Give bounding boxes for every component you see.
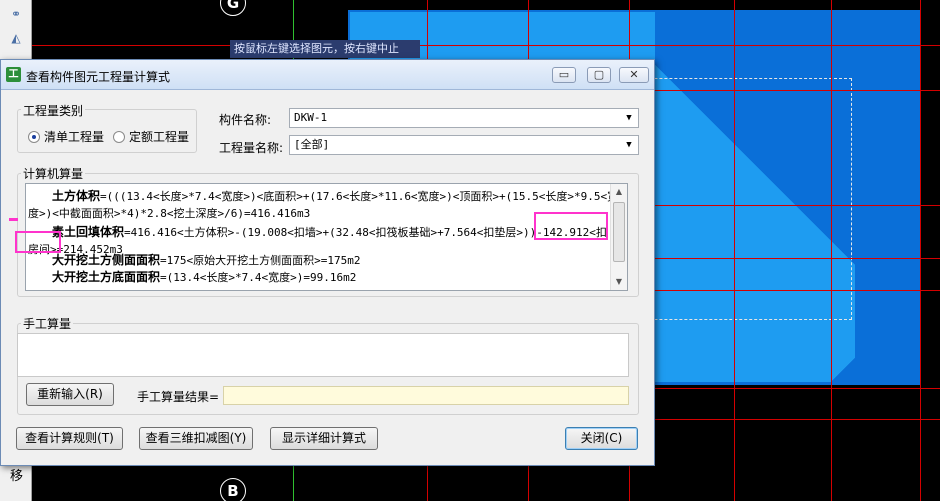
quantity-name-select[interactable]: [全部] ▼ — [289, 135, 639, 155]
manual-formula-input[interactable] — [17, 333, 629, 377]
highlight-marker — [9, 218, 18, 221]
dialog-titlebar[interactable]: 工 查看构件图元工程量计算式 ▭ ▢ ✕ — [1, 60, 654, 90]
show-detail-formula-button[interactable]: 显示详细计算式 — [270, 427, 378, 450]
formula-line-1b: 度>)<中截面面积>*4)*2.8<挖土深度>/6)=416.416m3 — [28, 207, 311, 220]
computer-calc-label: 计算机算量 — [21, 165, 86, 182]
component-name-value: DKW-1 — [294, 111, 328, 124]
radio-unselected-icon — [113, 130, 125, 143]
mirror-icon[interactable]: ◭ — [8, 30, 24, 46]
link-icon[interactable]: ⚭ — [8, 6, 24, 22]
manual-result-label: 手工算量结果= — [137, 390, 220, 404]
formula-line-1: 土方体积=(((13.4<长度>*7.4<宽度>)<底面积>+(17.6<长度>… — [52, 187, 618, 204]
highlight-box-room — [15, 231, 61, 253]
component-name-select[interactable]: DKW-1 ▼ — [289, 108, 639, 128]
cad-canvas[interactable]: G B 按鼠标左键选择图元，按右键中止 ⚭ ◭ 移 工 查看构件图元工程量计算式… — [0, 0, 940, 501]
axis-line-h1 — [32, 45, 940, 46]
dialog-title: 查看构件图元工程量计算式 — [26, 70, 171, 84]
formula-name: 大开挖土方侧面面积 — [52, 253, 161, 267]
maximize-button[interactable]: ▢ — [587, 67, 611, 83]
view-3d-deduction-button[interactable]: 查看三维扣减图(Y) — [139, 427, 253, 450]
formula-line-4: 大开挖土方底面面积=(13.4<长度>*7.4<宽度>)=99.16m2 — [52, 268, 356, 285]
minimize-button[interactable]: ▭ — [552, 67, 576, 83]
reenter-button[interactable]: 重新输入(R) — [26, 383, 114, 406]
close-button[interactable]: 关闭(C) — [565, 427, 638, 450]
app-icon: 工 — [6, 67, 21, 82]
chevron-down-icon: ▼ — [626, 140, 632, 150]
manual-result-field[interactable] — [223, 386, 629, 405]
axis-bubble-bottom: B — [220, 478, 246, 501]
formula-line-2: 素土回填体积=416.416<土方体积>-(19.008<扣墙>+(32.48<… — [52, 223, 607, 240]
formula-text: =175<原始大开挖土方侧面面积>=175m2 — [160, 254, 361, 267]
formula-name: 大开挖土方底面面积 — [52, 270, 161, 284]
component-name-label: 构件名称: — [219, 113, 272, 127]
chevron-down-icon: ▼ — [626, 113, 632, 123]
radio-quota-label: 定额工程量 — [129, 130, 190, 144]
quantity-formula-dialog: 工 查看构件图元工程量计算式 ▭ ▢ ✕ 工程量类别 清单工程量 定额工程量 构… — [0, 59, 655, 466]
radio-quota-quantity[interactable]: 定额工程量 — [113, 128, 189, 145]
radio-bill-quantity[interactable]: 清单工程量 — [28, 128, 104, 145]
radio-selected-icon — [28, 130, 40, 143]
formula-name: 素土回填体积 — [52, 225, 125, 239]
formula-line-3: 大开挖土方侧面面积=175<原始大开挖土方侧面面积>=175m2 — [52, 251, 361, 268]
axis-line-v5 — [831, 0, 832, 501]
quantity-type-label: 工程量类别 — [21, 102, 86, 119]
quantity-name-value: [全部] — [294, 138, 330, 151]
status-tip: 按鼠标左键选择图元，按右键中止 — [230, 40, 420, 58]
quantity-name-label: 工程量名称: — [219, 141, 284, 155]
manual-calc-label: 手工算量 — [21, 315, 74, 332]
axis-bubble-top: G — [220, 0, 246, 16]
axis-line-v4 — [734, 0, 735, 501]
radio-bill-label: 清单工程量 — [44, 130, 105, 144]
highlight-box-deduct-room — [534, 212, 608, 240]
scroll-thumb[interactable] — [613, 202, 625, 262]
scroll-down-icon[interactable]: ▼ — [611, 274, 627, 290]
view-rules-button[interactable]: 查看计算规则(T) — [16, 427, 123, 450]
move-label[interactable]: 移 — [10, 465, 23, 484]
scroll-up-icon[interactable]: ▲ — [611, 184, 627, 200]
formula-name: 土方体积 — [52, 189, 101, 203]
formula-text: =(13.4<长度>*7.4<宽度>)=99.16m2 — [160, 271, 357, 284]
formula-text: =(((13.4<长度>*7.4<宽度>)<底面积>+(17.6<长度>*11.… — [100, 190, 619, 203]
close-window-button[interactable]: ✕ — [619, 67, 649, 83]
calc-scrollbar[interactable]: ▲ ▼ — [610, 184, 627, 290]
axis-line-v6 — [920, 0, 921, 501]
